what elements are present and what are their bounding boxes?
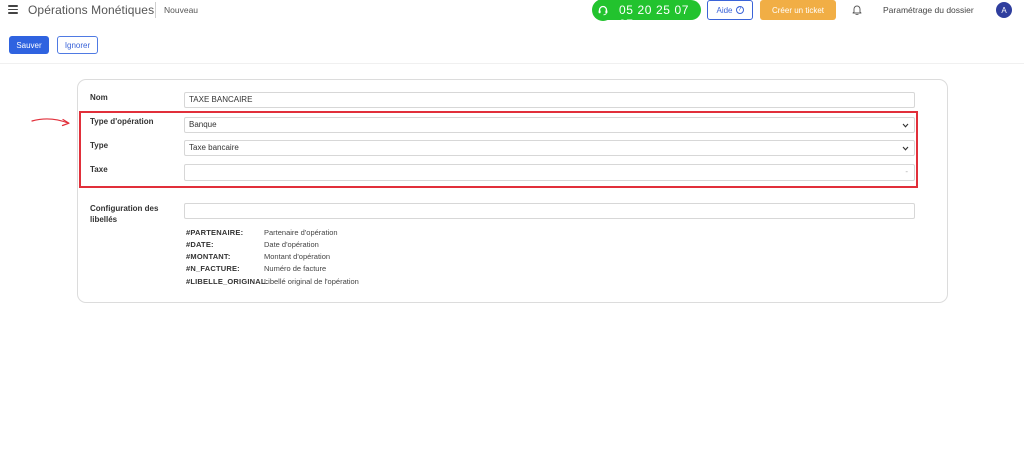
support-phone[interactable]: 05 20 25 07 07 xyxy=(592,0,701,31)
divider xyxy=(0,63,1024,64)
labels-config-label: Configuration des libellés xyxy=(90,203,158,225)
app-title: Opérations Monétiques xyxy=(28,3,155,17)
labels-config-input[interactable] xyxy=(184,203,915,219)
ignore-button[interactable]: Ignorer xyxy=(57,36,98,54)
variable-description: Libellé original de l'opération xyxy=(264,277,359,286)
labels-config-label-line2: libellés xyxy=(90,215,118,224)
breadcrumb: Nouveau xyxy=(164,5,199,15)
settings-link[interactable]: Paramétrage du dossier xyxy=(883,5,974,15)
save-button[interactable]: Sauver xyxy=(9,36,49,54)
title-divider xyxy=(155,2,156,18)
name-label: Nom xyxy=(90,93,108,102)
variable-description: Montant d'opération xyxy=(264,252,331,261)
phone-number: 05 20 25 07 07 xyxy=(619,3,689,31)
arrow-icon xyxy=(31,118,70,127)
help-button[interactable]: Aide ? xyxy=(707,0,753,20)
variable-key: #PARTENAIRE: xyxy=(186,228,244,237)
labels-config-label-line1: Configuration des xyxy=(90,204,159,213)
help-label: Aide xyxy=(716,5,733,15)
variable-description: Numéro de facture xyxy=(264,264,327,273)
highlight-box xyxy=(79,111,918,188)
variable-description: Partenaire d'opération xyxy=(264,228,338,237)
name-input[interactable]: TAXE BANCAIRE xyxy=(184,92,915,108)
variable-key: #DATE: xyxy=(186,240,214,249)
headset-icon xyxy=(592,0,614,21)
menu-icon[interactable] xyxy=(8,5,18,14)
variable-key: #MONTANT: xyxy=(186,252,231,261)
variable-description: Date d'opération xyxy=(264,240,319,249)
question-icon: ? xyxy=(735,6,744,14)
avatar[interactable]: A xyxy=(996,2,1012,18)
create-ticket-button[interactable]: Créer un ticket xyxy=(760,0,836,20)
bell-icon[interactable] xyxy=(852,4,862,15)
variable-key: #LIBELLE_ORIGINAL: xyxy=(186,277,269,286)
variable-key: #N_FACTURE: xyxy=(186,264,240,273)
top-bar: Opérations Monétiques Nouveau 05 20 25 0… xyxy=(0,0,1024,31)
